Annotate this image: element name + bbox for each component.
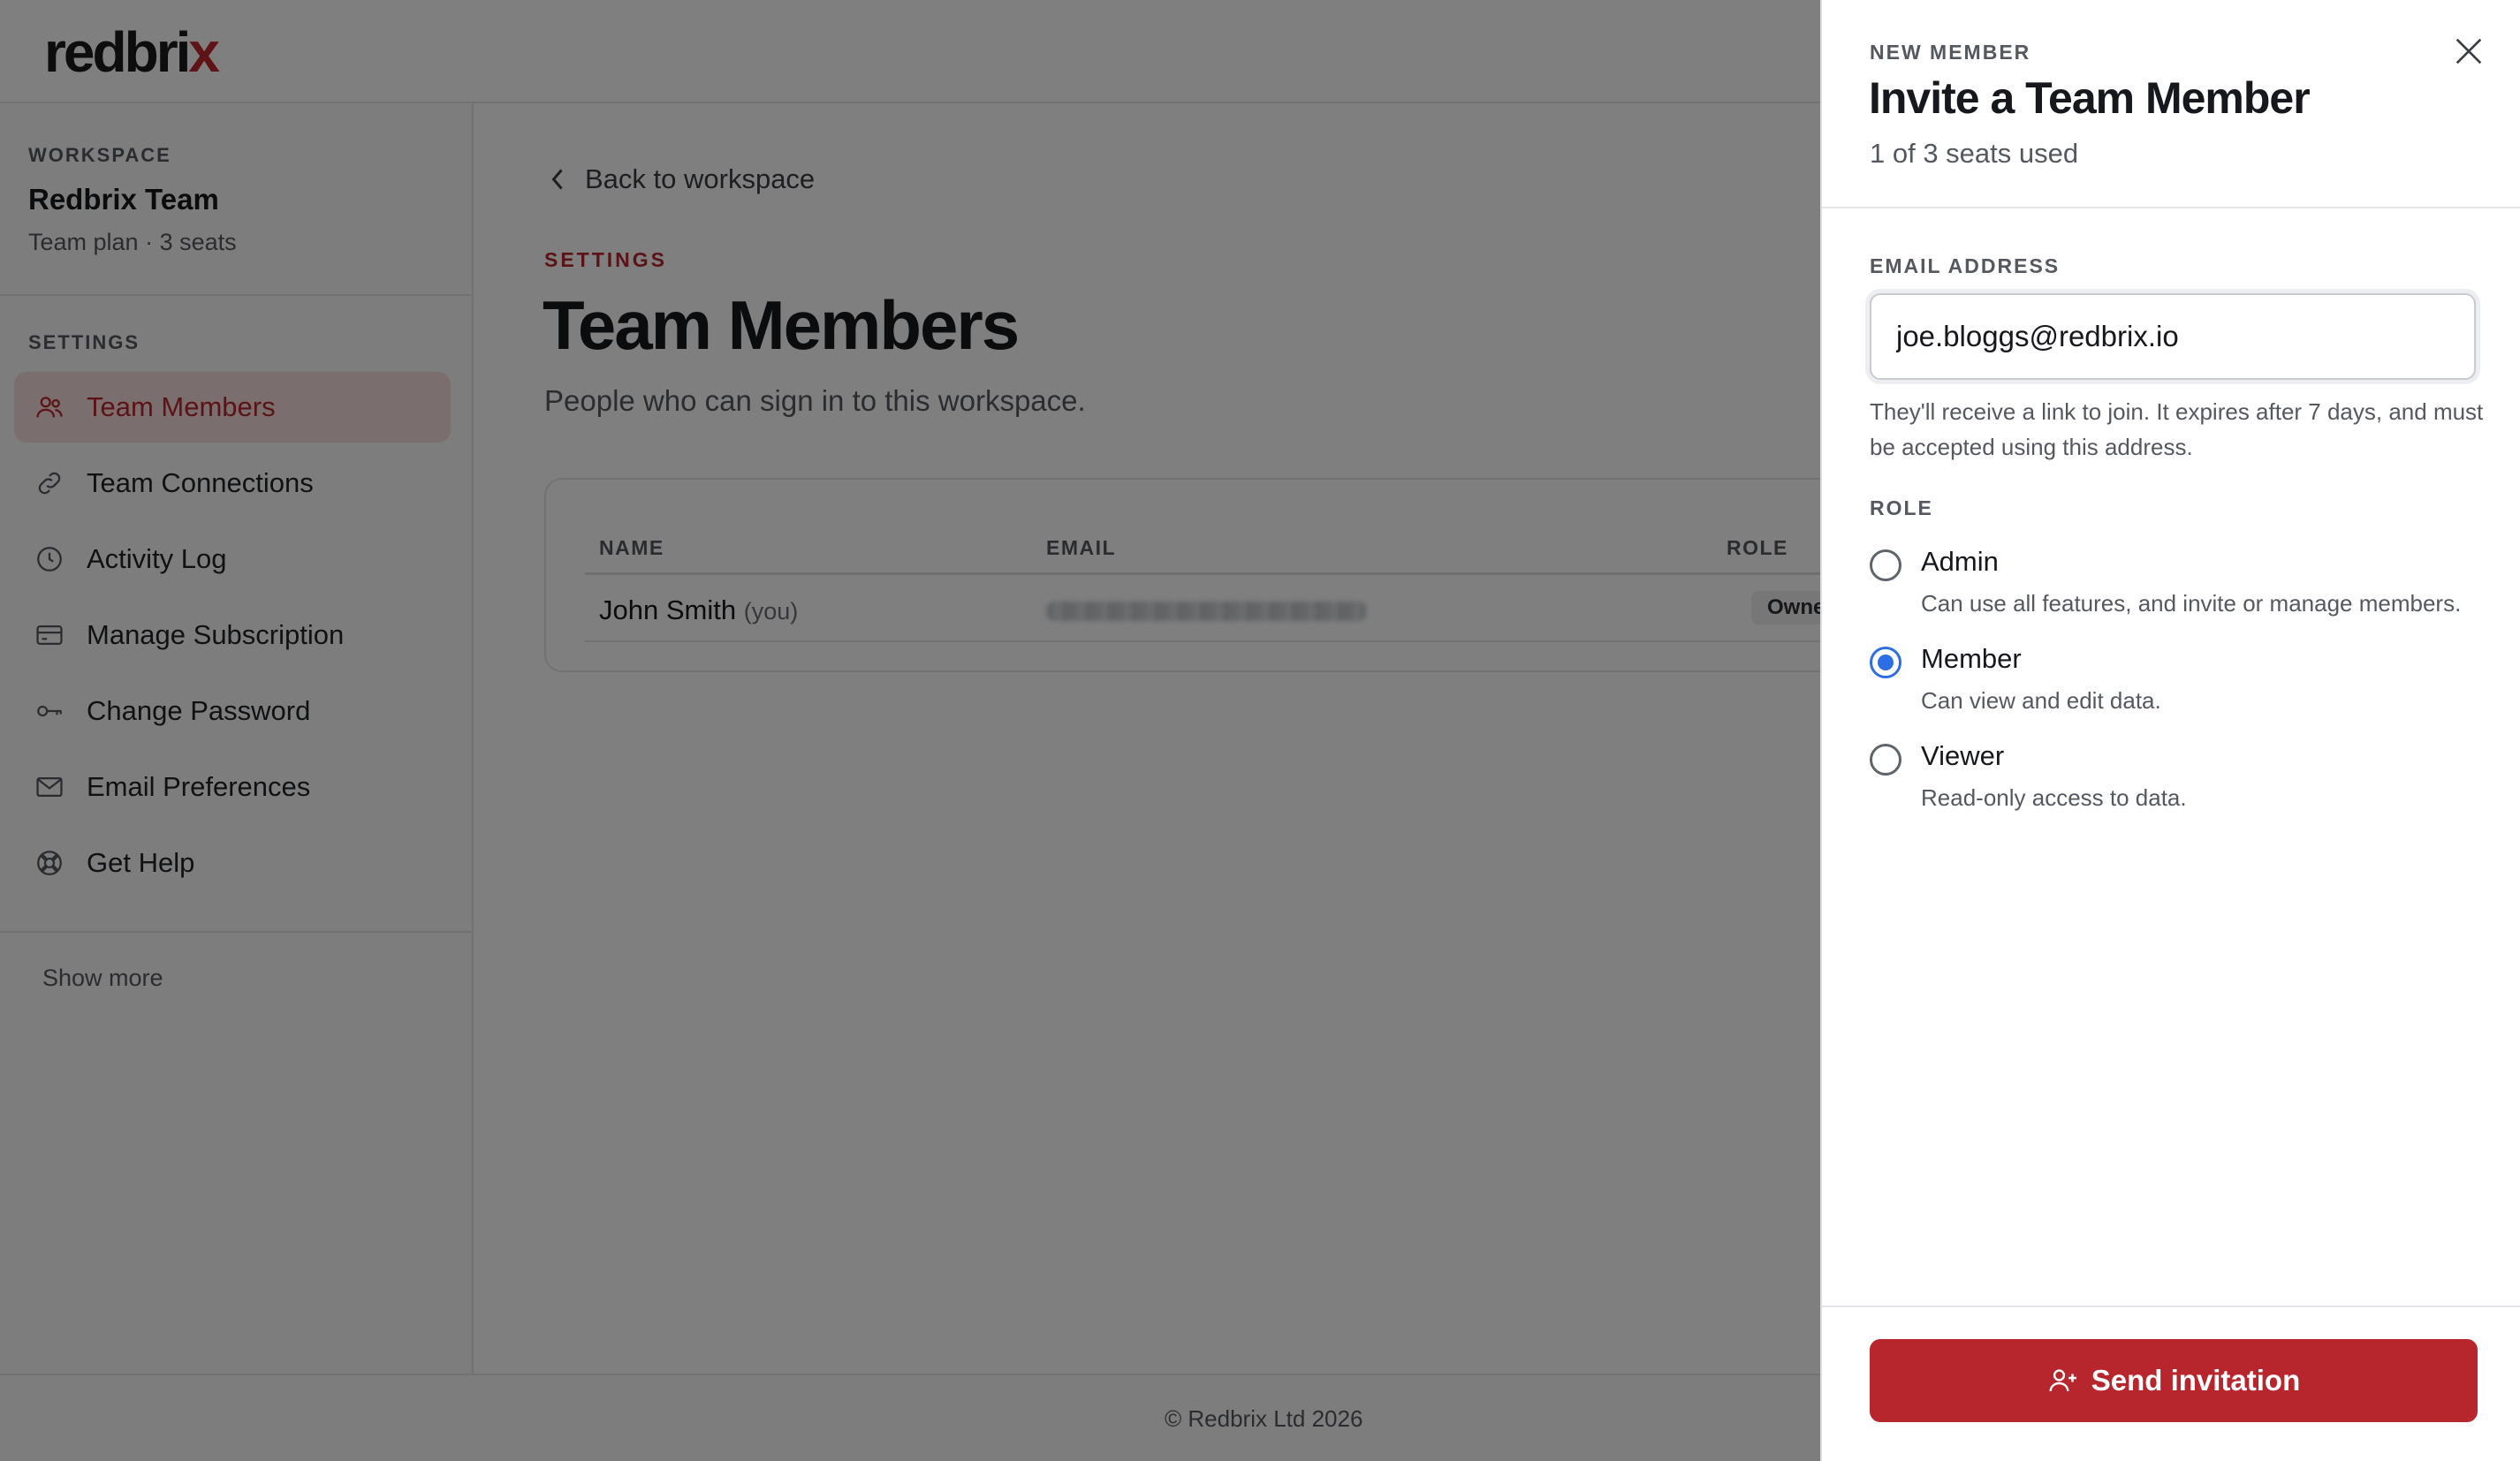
close-button[interactable]	[2451, 34, 2486, 69]
role-option-member[interactable]: Member Can view and edit data.	[1870, 643, 2488, 728]
seats-used: 1 of 3 seats used	[1870, 138, 2079, 169]
drawer-title: Invite a Team Member	[1869, 73, 2311, 123]
role-description: Can use all features, and invite or mana…	[1921, 590, 2462, 617]
role-description: Read-only access to data.	[1921, 784, 2187, 811]
role-name: Admin	[1921, 546, 1999, 577]
drawer-eyebrow: NEW MEMBER	[1870, 41, 2031, 64]
role-name: Viewer	[1921, 740, 2005, 771]
drawer-footer: Send invitation	[1822, 1306, 2520, 1461]
send-invitation-label: Send invitation	[2091, 1364, 2301, 1397]
role-name: Member	[1921, 643, 2022, 674]
close-icon	[2455, 38, 2482, 64]
user-plus-icon	[2049, 1369, 2076, 1392]
drawer-header: NEW MEMBER Invite a Team Member 1 of 3 s…	[1822, 0, 2520, 208]
send-invitation-button[interactable]: Send invitation	[1870, 1339, 2478, 1422]
viewer-radio[interactable]	[1870, 744, 1901, 776]
email-hint: They'll receive a link to join. It expir…	[1870, 398, 2484, 460]
email-input[interactable]	[1870, 293, 2476, 380]
admin-radio[interactable]	[1870, 549, 1901, 581]
invite-member-drawer: NEW MEMBER Invite a Team Member 1 of 3 s…	[1820, 0, 2520, 1461]
role-description: Can view and edit data.	[1921, 687, 2161, 714]
role-option-viewer[interactable]: Viewer Read-only access to data.	[1870, 740, 2488, 825]
member-radio[interactable]	[1870, 647, 1901, 678]
role-option-admin[interactable]: Admin Can use all features, and invite o…	[1870, 546, 2488, 631]
role-label: ROLE	[1870, 496, 1933, 519]
email-label: EMAIL ADDRESS	[1870, 254, 2061, 277]
